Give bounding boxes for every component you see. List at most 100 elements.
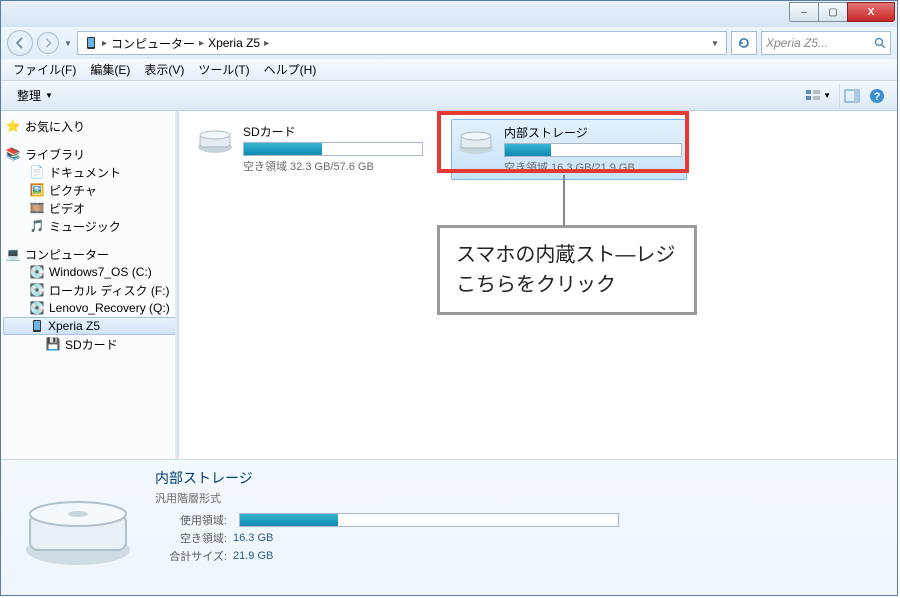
preview-pane-button[interactable]: [839, 84, 863, 108]
title-bar: – ▢ X: [1, 1, 897, 27]
breadcrumb-root[interactable]: ▸ コンピューター ▸ Xperia Z5 ▸: [80, 32, 273, 54]
tree-favorites[interactable]: ⭐お気に入り: [1, 117, 179, 135]
body-area: ⭐お気に入り 📚ライブラリ 📄ドキュメント 🖼️ピクチャ 🎞️ビデオ 🎵ミュージ…: [1, 111, 897, 459]
chevron-right-icon: ▸: [102, 38, 107, 49]
total-size-value: 21.9 GB: [233, 550, 273, 562]
tree-lenovo-recovery[interactable]: 💽 Lenovo_Recovery (Q:): [1, 299, 179, 317]
tree-label: ビデオ: [49, 200, 85, 217]
details-info: 内部ストレージ 汎用階層形式 使用領域: 空き領域: 16.3 GB 合計サイズ…: [155, 468, 885, 566]
phone-icon: [30, 319, 44, 333]
forward-button[interactable]: [37, 32, 59, 54]
tree-label: ライブラリ: [25, 146, 85, 163]
tree-computer[interactable]: 💻コンピューター: [1, 245, 179, 263]
chevron-right-icon: ▸: [264, 38, 269, 49]
nav-row: ▼ ▸ コンピューター ▸ Xperia Z5 ▸ ▼ Xperia Z5...: [1, 27, 897, 59]
explorer-window: – ▢ X ▼ ▸ コンピューター ▸ Xperia Z5 ▸ ▼: [0, 0, 898, 596]
details-type: 汎用階層形式: [155, 490, 885, 506]
tree-xperia-z5[interactable]: Xperia Z5: [3, 317, 177, 335]
free-space-label: 空き領域:: [155, 530, 227, 546]
details-title: 内部ストレージ: [155, 468, 885, 488]
drive-free-text: 空き領域 32.3 GB/57.6 GB: [243, 158, 423, 174]
navigation-pane: ⭐お気に入り 📚ライブラリ 📄ドキュメント 🖼️ピクチャ 🎞️ビデオ 🎵ミュージ…: [1, 111, 179, 459]
nav-history-dropdown[interactable]: ▼: [63, 30, 73, 56]
menu-tools[interactable]: ツール(T): [192, 59, 255, 80]
menu-bar: ファイル(F) 編集(E) 表示(V) ツール(T) ヘルプ(H): [1, 59, 897, 81]
help-icon: ?: [869, 88, 885, 104]
computer-icon: 💻: [5, 246, 21, 262]
toolbar: 整理 ▼ ▼ ?: [1, 81, 897, 111]
tree-label: ローカル ディスク (F:): [49, 282, 170, 299]
tree-label: Lenovo_Recovery (Q:): [49, 301, 170, 315]
tree-label: ドキュメント: [49, 164, 121, 181]
drive-info: SDカード 空き領域 32.3 GB/57.6 GB: [243, 123, 423, 174]
drive-sd-card[interactable]: SDカード 空き領域 32.3 GB/57.6 GB: [191, 119, 427, 180]
callout-text-2: こちらをクリック: [456, 270, 678, 300]
address-bar[interactable]: ▸ コンピューター ▸ Xperia Z5 ▸ ▼: [77, 31, 727, 55]
device-icon: [84, 36, 98, 50]
annotation-highlight-box: [437, 111, 689, 173]
back-button[interactable]: [7, 30, 33, 56]
forward-arrow-icon: [43, 38, 53, 48]
music-icon: 🎵: [29, 218, 45, 234]
capacity-bar: [243, 142, 423, 156]
menu-help[interactable]: ヘルプ(H): [258, 59, 323, 80]
breadcrumb-computer[interactable]: コンピューター: [111, 35, 195, 52]
favorites-icon: ⭐: [5, 118, 21, 134]
total-size-label: 合計サイズ:: [155, 548, 227, 564]
tree-libraries[interactable]: 📚ライブラリ: [1, 145, 179, 163]
tree-sdcard[interactable]: 💾SDカード: [1, 335, 179, 353]
drive-icon: 💽: [29, 282, 45, 298]
preview-pane-icon: [844, 88, 860, 104]
minimize-button[interactable]: –: [789, 2, 819, 22]
help-button[interactable]: ?: [865, 84, 889, 108]
tree-label: ミュージック: [49, 218, 121, 235]
used-space-label: 使用領域:: [155, 512, 227, 528]
details-pane: 内部ストレージ 汎用階層形式 使用領域: 空き領域: 16.3 GB 合計サイズ…: [1, 459, 897, 595]
tree-documents[interactable]: 📄ドキュメント: [1, 163, 179, 181]
svg-text:?: ?: [874, 91, 881, 103]
search-placeholder: Xperia Z5...: [766, 36, 828, 50]
details-drive-icon: [13, 468, 143, 568]
window-controls: – ▢ X: [790, 2, 895, 22]
documents-icon: 📄: [29, 164, 45, 180]
tree-win7[interactable]: 💽 Windows7_OS (C:): [1, 263, 179, 281]
view-icon: [805, 88, 821, 104]
maximize-button[interactable]: ▢: [818, 2, 848, 22]
drive-name: SDカード: [243, 123, 423, 140]
content-pane: SDカード 空き領域 32.3 GB/57.6 GB 内部ストレージ 空き領域 …: [179, 111, 897, 459]
used-space-bar: [239, 513, 619, 527]
back-arrow-icon: [14, 37, 26, 49]
tree-label: ピクチャ: [49, 182, 97, 199]
pictures-icon: 🖼️: [29, 182, 45, 198]
address-dropdown[interactable]: ▼: [706, 39, 724, 48]
menu-view[interactable]: 表示(V): [138, 59, 190, 80]
refresh-button[interactable]: [731, 31, 757, 55]
tree-label: Xperia Z5: [48, 319, 100, 333]
organize-button[interactable]: 整理 ▼: [7, 84, 63, 107]
chevron-down-icon: ▼: [823, 91, 831, 100]
annotation-callout: スマホの内蔵スト―レジ こちらをクリック: [437, 225, 697, 315]
drive-icon: 💽: [29, 264, 45, 280]
search-input[interactable]: Xperia Z5...: [761, 31, 891, 55]
sd-icon: 💾: [45, 336, 61, 352]
tree-label: お気に入り: [25, 118, 85, 135]
tree-music[interactable]: 🎵ミュージック: [1, 217, 179, 235]
free-space-value: 16.3 GB: [233, 532, 273, 544]
annotation-connector: [563, 175, 565, 225]
drive-icon: 💽: [29, 300, 45, 316]
menu-file[interactable]: ファイル(F): [7, 59, 82, 80]
close-button[interactable]: X: [847, 2, 895, 22]
tree-local-disk[interactable]: 💽ローカル ディスク (F:): [1, 281, 179, 299]
libraries-icon: 📚: [5, 146, 21, 162]
breadcrumb-current[interactable]: Xperia Z5: [208, 36, 260, 50]
tree-label: コンピューター: [25, 246, 109, 263]
tree-videos[interactable]: 🎞️ビデオ: [1, 199, 179, 217]
view-options-button[interactable]: ▼: [801, 88, 835, 104]
tree-label: Windows7_OS (C:): [49, 265, 152, 279]
videos-icon: 🎞️: [29, 200, 45, 216]
tree-pictures[interactable]: 🖼️ピクチャ: [1, 181, 179, 199]
tree-label: SDカード: [65, 336, 118, 353]
organize-label: 整理: [17, 87, 41, 104]
chevron-right-icon: ▸: [199, 38, 204, 49]
menu-edit[interactable]: 編集(E): [84, 59, 136, 80]
